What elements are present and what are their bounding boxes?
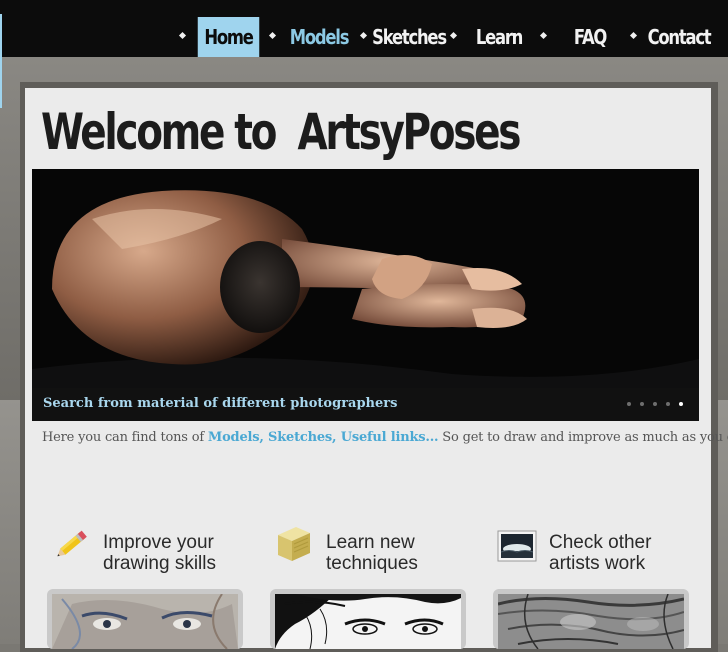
slide-photo bbox=[32, 169, 699, 421]
slide-dot-3[interactable] bbox=[653, 402, 657, 406]
nav-contact[interactable]: Contact bbox=[648, 17, 712, 57]
feature-improve-title: Improve your drawing skills bbox=[103, 532, 243, 574]
book-icon bbox=[278, 527, 310, 561]
feature-improve-line2: drawing skills bbox=[103, 553, 216, 574]
slide-dot-5[interactable] bbox=[679, 402, 683, 406]
slide-dot-4[interactable] bbox=[666, 402, 670, 406]
nav-bullet bbox=[539, 31, 548, 40]
nav-bullet bbox=[268, 31, 277, 40]
pencil-icon bbox=[57, 530, 87, 557]
nav-bullet bbox=[178, 31, 187, 40]
feature-learn-line2: techniques bbox=[326, 553, 418, 574]
feature-learn-line1: Learn new bbox=[326, 532, 415, 553]
feature-learn-thumbnail[interactable] bbox=[275, 594, 461, 649]
nav-bullet bbox=[629, 31, 638, 40]
intro-text: Here you can find tons of Models, Sketch… bbox=[42, 430, 728, 445]
intro-text-start: Here you can find tons of bbox=[42, 430, 208, 445]
nav-faq[interactable]: FAQ bbox=[572, 17, 608, 57]
feature-check-title: Check other artists work bbox=[549, 532, 689, 574]
nav-sketches[interactable]: Sketches bbox=[372, 17, 447, 57]
nav-left-accent bbox=[0, 14, 2, 108]
feature-learn-title: Learn new techniques bbox=[326, 532, 466, 574]
page-title: Welcome to ArtsyPoses bbox=[41, 103, 521, 161]
nav-bullet bbox=[359, 31, 368, 40]
nav-learn[interactable]: Learn bbox=[475, 17, 523, 57]
photo-slideshow[interactable]: Search from material of different photog… bbox=[32, 169, 699, 421]
feature-improve-thumbnail[interactable] bbox=[52, 594, 238, 649]
intro-text-end: So get to draw and improve as much as yo… bbox=[438, 430, 728, 445]
intro-link[interactable]: Models, Sketches, Useful links... bbox=[208, 430, 439, 445]
feature-check-line1: Check other bbox=[549, 532, 652, 553]
nav-home[interactable]: Home bbox=[197, 17, 260, 57]
slide-caption-bar: Search from material of different photog… bbox=[32, 388, 699, 421]
slide-indicator bbox=[627, 402, 683, 406]
picture-icon bbox=[497, 530, 537, 562]
feature-check-line2: artists work bbox=[549, 553, 646, 574]
nav-models[interactable]: Models bbox=[290, 17, 350, 57]
slide-dot-1[interactable] bbox=[627, 402, 631, 406]
slide-dot-2[interactable] bbox=[640, 402, 644, 406]
top-navigation: Home Models Sketches Learn FAQ Contact bbox=[0, 0, 728, 108]
nav-bullet bbox=[449, 31, 458, 40]
slide-caption: Search from material of different photog… bbox=[43, 396, 398, 411]
feature-improve-line1: Improve your bbox=[103, 532, 214, 553]
feature-check-thumbnail[interactable] bbox=[498, 594, 684, 649]
